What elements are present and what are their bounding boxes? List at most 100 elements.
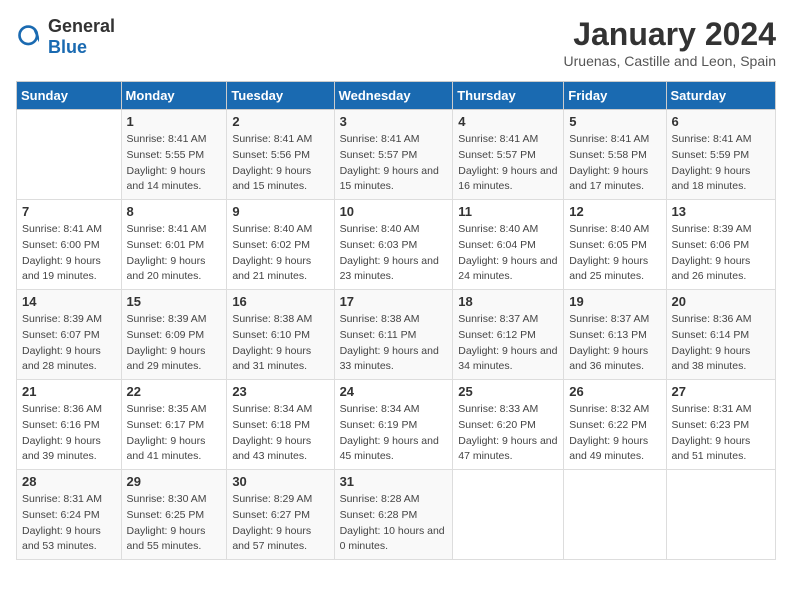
day-info: Sunrise: 8:40 AMSunset: 6:03 PMDaylight:… bbox=[340, 222, 448, 285]
day-info: Sunrise: 8:39 AMSunset: 6:06 PMDaylight:… bbox=[672, 222, 770, 285]
day-number: 31 bbox=[340, 474, 448, 489]
day-cell: 5 Sunrise: 8:41 AMSunset: 5:58 PMDayligh… bbox=[564, 110, 666, 200]
day-info: Sunrise: 8:32 AMSunset: 6:22 PMDaylight:… bbox=[569, 402, 660, 465]
title-area: January 2024 Uruenas, Castille and Leon,… bbox=[564, 16, 776, 69]
day-cell: 29 Sunrise: 8:30 AMSunset: 6:25 PMDaylig… bbox=[121, 470, 227, 560]
day-cell: 11 Sunrise: 8:40 AMSunset: 6:04 PMDaylig… bbox=[453, 200, 564, 290]
calendar-table: Sunday Monday Tuesday Wednesday Thursday… bbox=[16, 81, 776, 560]
day-info: Sunrise: 8:31 AMSunset: 6:24 PMDaylight:… bbox=[22, 492, 116, 555]
day-info: Sunrise: 8:37 AMSunset: 6:13 PMDaylight:… bbox=[569, 312, 660, 375]
day-number: 6 bbox=[672, 114, 770, 129]
day-cell: 1 Sunrise: 8:41 AMSunset: 5:55 PMDayligh… bbox=[121, 110, 227, 200]
day-number: 29 bbox=[127, 474, 222, 489]
day-cell: 7 Sunrise: 8:41 AMSunset: 6:00 PMDayligh… bbox=[17, 200, 122, 290]
col-saturday: Saturday bbox=[666, 82, 775, 110]
day-info: Sunrise: 8:31 AMSunset: 6:23 PMDaylight:… bbox=[672, 402, 770, 465]
week-row-4: 28 Sunrise: 8:31 AMSunset: 6:24 PMDaylig… bbox=[17, 470, 776, 560]
day-info: Sunrise: 8:34 AMSunset: 6:19 PMDaylight:… bbox=[340, 402, 448, 465]
day-cell bbox=[564, 470, 666, 560]
day-number: 14 bbox=[22, 294, 116, 309]
day-cell: 13 Sunrise: 8:39 AMSunset: 6:06 PMDaylig… bbox=[666, 200, 775, 290]
logo-text-blue: Blue bbox=[48, 37, 87, 57]
day-number: 13 bbox=[672, 204, 770, 219]
day-info: Sunrise: 8:41 AMSunset: 5:59 PMDaylight:… bbox=[672, 132, 770, 195]
day-cell: 31 Sunrise: 8:28 AMSunset: 6:28 PMDaylig… bbox=[334, 470, 453, 560]
day-info: Sunrise: 8:29 AMSunset: 6:27 PMDaylight:… bbox=[232, 492, 328, 555]
day-info: Sunrise: 8:41 AMSunset: 5:56 PMDaylight:… bbox=[232, 132, 328, 195]
day-info: Sunrise: 8:41 AMSunset: 5:57 PMDaylight:… bbox=[340, 132, 448, 195]
day-number: 22 bbox=[127, 384, 222, 399]
week-row-2: 14 Sunrise: 8:39 AMSunset: 6:07 PMDaylig… bbox=[17, 290, 776, 380]
day-info: Sunrise: 8:39 AMSunset: 6:07 PMDaylight:… bbox=[22, 312, 116, 375]
day-cell: 16 Sunrise: 8:38 AMSunset: 6:10 PMDaylig… bbox=[227, 290, 334, 380]
day-cell bbox=[453, 470, 564, 560]
day-info: Sunrise: 8:38 AMSunset: 6:11 PMDaylight:… bbox=[340, 312, 448, 375]
day-cell: 3 Sunrise: 8:41 AMSunset: 5:57 PMDayligh… bbox=[334, 110, 453, 200]
day-cell: 4 Sunrise: 8:41 AMSunset: 5:57 PMDayligh… bbox=[453, 110, 564, 200]
day-info: Sunrise: 8:28 AMSunset: 6:28 PMDaylight:… bbox=[340, 492, 448, 555]
day-cell bbox=[666, 470, 775, 560]
week-row-1: 7 Sunrise: 8:41 AMSunset: 6:00 PMDayligh… bbox=[17, 200, 776, 290]
day-number: 28 bbox=[22, 474, 116, 489]
col-wednesday: Wednesday bbox=[334, 82, 453, 110]
day-cell: 21 Sunrise: 8:36 AMSunset: 6:16 PMDaylig… bbox=[17, 380, 122, 470]
day-cell: 28 Sunrise: 8:31 AMSunset: 6:24 PMDaylig… bbox=[17, 470, 122, 560]
header: General Blue January 2024 Uruenas, Casti… bbox=[16, 16, 776, 69]
day-number: 25 bbox=[458, 384, 558, 399]
col-thursday: Thursday bbox=[453, 82, 564, 110]
day-cell: 19 Sunrise: 8:37 AMSunset: 6:13 PMDaylig… bbox=[564, 290, 666, 380]
day-number: 7 bbox=[22, 204, 116, 219]
logo: General Blue bbox=[16, 16, 115, 58]
day-number: 11 bbox=[458, 204, 558, 219]
day-info: Sunrise: 8:41 AMSunset: 5:57 PMDaylight:… bbox=[458, 132, 558, 195]
day-info: Sunrise: 8:41 AMSunset: 6:00 PMDaylight:… bbox=[22, 222, 116, 285]
day-info: Sunrise: 8:40 AMSunset: 6:02 PMDaylight:… bbox=[232, 222, 328, 285]
day-number: 1 bbox=[127, 114, 222, 129]
day-info: Sunrise: 8:41 AMSunset: 6:01 PMDaylight:… bbox=[127, 222, 222, 285]
day-info: Sunrise: 8:34 AMSunset: 6:18 PMDaylight:… bbox=[232, 402, 328, 465]
page-container: General Blue January 2024 Uruenas, Casti… bbox=[16, 16, 776, 560]
day-number: 2 bbox=[232, 114, 328, 129]
day-number: 23 bbox=[232, 384, 328, 399]
subtitle: Uruenas, Castille and Leon, Spain bbox=[564, 53, 776, 69]
week-row-0: 1 Sunrise: 8:41 AMSunset: 5:55 PMDayligh… bbox=[17, 110, 776, 200]
day-info: Sunrise: 8:41 AMSunset: 5:58 PMDaylight:… bbox=[569, 132, 660, 195]
day-info: Sunrise: 8:33 AMSunset: 6:20 PMDaylight:… bbox=[458, 402, 558, 465]
day-cell: 2 Sunrise: 8:41 AMSunset: 5:56 PMDayligh… bbox=[227, 110, 334, 200]
day-number: 21 bbox=[22, 384, 116, 399]
day-number: 15 bbox=[127, 294, 222, 309]
day-cell: 10 Sunrise: 8:40 AMSunset: 6:03 PMDaylig… bbox=[334, 200, 453, 290]
day-number: 8 bbox=[127, 204, 222, 219]
day-cell: 14 Sunrise: 8:39 AMSunset: 6:07 PMDaylig… bbox=[17, 290, 122, 380]
day-cell: 12 Sunrise: 8:40 AMSunset: 6:05 PMDaylig… bbox=[564, 200, 666, 290]
day-cell: 22 Sunrise: 8:35 AMSunset: 6:17 PMDaylig… bbox=[121, 380, 227, 470]
day-info: Sunrise: 8:40 AMSunset: 6:05 PMDaylight:… bbox=[569, 222, 660, 285]
day-info: Sunrise: 8:39 AMSunset: 6:09 PMDaylight:… bbox=[127, 312, 222, 375]
day-info: Sunrise: 8:37 AMSunset: 6:12 PMDaylight:… bbox=[458, 312, 558, 375]
logo-text-general: General bbox=[48, 16, 115, 36]
day-cell: 25 Sunrise: 8:33 AMSunset: 6:20 PMDaylig… bbox=[453, 380, 564, 470]
week-row-3: 21 Sunrise: 8:36 AMSunset: 6:16 PMDaylig… bbox=[17, 380, 776, 470]
day-number: 16 bbox=[232, 294, 328, 309]
main-title: January 2024 bbox=[564, 16, 776, 53]
day-number: 5 bbox=[569, 114, 660, 129]
day-number: 10 bbox=[340, 204, 448, 219]
day-info: Sunrise: 8:41 AMSunset: 5:55 PMDaylight:… bbox=[127, 132, 222, 195]
day-cell: 20 Sunrise: 8:36 AMSunset: 6:14 PMDaylig… bbox=[666, 290, 775, 380]
day-number: 27 bbox=[672, 384, 770, 399]
day-info: Sunrise: 8:40 AMSunset: 6:04 PMDaylight:… bbox=[458, 222, 558, 285]
day-number: 30 bbox=[232, 474, 328, 489]
day-cell: 27 Sunrise: 8:31 AMSunset: 6:23 PMDaylig… bbox=[666, 380, 775, 470]
day-cell: 30 Sunrise: 8:29 AMSunset: 6:27 PMDaylig… bbox=[227, 470, 334, 560]
logo-icon bbox=[16, 23, 44, 51]
day-info: Sunrise: 8:35 AMSunset: 6:17 PMDaylight:… bbox=[127, 402, 222, 465]
day-number: 9 bbox=[232, 204, 328, 219]
day-cell: 26 Sunrise: 8:32 AMSunset: 6:22 PMDaylig… bbox=[564, 380, 666, 470]
day-cell: 9 Sunrise: 8:40 AMSunset: 6:02 PMDayligh… bbox=[227, 200, 334, 290]
col-tuesday: Tuesday bbox=[227, 82, 334, 110]
day-number: 26 bbox=[569, 384, 660, 399]
day-cell: 8 Sunrise: 8:41 AMSunset: 6:01 PMDayligh… bbox=[121, 200, 227, 290]
day-info: Sunrise: 8:30 AMSunset: 6:25 PMDaylight:… bbox=[127, 492, 222, 555]
day-cell: 23 Sunrise: 8:34 AMSunset: 6:18 PMDaylig… bbox=[227, 380, 334, 470]
col-monday: Monday bbox=[121, 82, 227, 110]
